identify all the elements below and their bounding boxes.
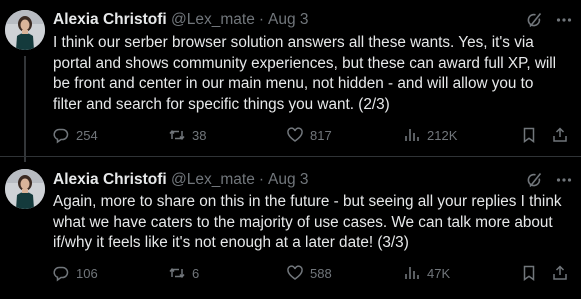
bookmark-button[interactable]: [520, 125, 538, 145]
author-name[interactable]: Alexia Christofi: [53, 11, 167, 28]
like-button[interactable]: 817: [286, 125, 332, 145]
tweet-date[interactable]: Aug 3: [268, 11, 309, 28]
share-button[interactable]: [551, 125, 569, 145]
views-button[interactable]: 47K: [403, 263, 450, 283]
reply-button[interactable]: 254: [52, 125, 98, 145]
views-count: 47K: [427, 265, 451, 281]
tweet-text: I think our serber browser solution answ…: [53, 34, 557, 113]
repost-icon: [169, 268, 185, 278]
action-bar: 106 6 588 47K: [0, 263, 581, 283]
separator-dot: ·: [258, 11, 264, 28]
like-button[interactable]: 588: [286, 263, 332, 283]
tweet-header: Alexia Christofi @Lex_mate · Aug 3: [53, 169, 581, 191]
repost-count: 6: [192, 265, 200, 281]
like-icon: [287, 265, 303, 280]
grok-icon[interactable]: [526, 12, 542, 28]
views-button[interactable]: 212K: [403, 125, 457, 145]
share-button[interactable]: [551, 263, 569, 283]
bookmark-icon: [523, 127, 535, 143]
author-name[interactable]: Alexia Christofi: [53, 171, 167, 188]
bookmark-button[interactable]: [520, 263, 538, 283]
thread-connector-line: [24, 56, 26, 162]
author-handle[interactable]: @Lex_mate: [171, 171, 255, 188]
grok-icon[interactable]: [526, 172, 542, 188]
reply-count: 254: [76, 127, 98, 143]
author-handle[interactable]: @Lex_mate: [171, 11, 255, 28]
repost-button[interactable]: 6: [168, 263, 199, 283]
tweet[interactable]: Alexia Christofi @Lex_mate · Aug 3 I think…: [0, 0, 581, 162]
separator-dot: ·: [258, 171, 264, 188]
like-count: 588: [310, 265, 332, 281]
repost-button[interactable]: 38: [168, 125, 206, 145]
repost-icon: [169, 130, 185, 140]
share-icon: [553, 127, 567, 142]
tweet-thread: Alexia Christofi @Lex_mate · Aug 3 I think…: [0, 0, 581, 298]
more-icon[interactable]: [555, 171, 573, 189]
reply-icon: [53, 128, 69, 144]
reply-count: 106: [76, 265, 98, 281]
repost-count: 38: [192, 127, 207, 143]
avatar[interactable]: [5, 10, 45, 50]
views-count: 212K: [427, 127, 458, 143]
views-icon: [405, 267, 419, 279]
tweet[interactable]: Alexia Christofi @Lex_mate · Aug 3 Again, …: [0, 156, 581, 299]
bookmark-icon: [523, 265, 535, 281]
reply-button[interactable]: 106: [52, 263, 98, 283]
action-bar: 254 38 817 212K: [0, 125, 581, 145]
more-icon[interactable]: [555, 11, 573, 29]
reply-icon: [53, 266, 69, 282]
like-count: 817: [310, 127, 332, 143]
share-icon: [553, 265, 567, 280]
tweet-text: Again, more to share on this in the futu…: [53, 193, 562, 251]
tweet-date[interactable]: Aug 3: [268, 171, 309, 188]
avatar[interactable]: [5, 169, 45, 209]
views-icon: [405, 129, 419, 141]
like-icon: [287, 127, 303, 142]
tweet-header: Alexia Christofi @Lex_mate · Aug 3: [53, 9, 581, 31]
